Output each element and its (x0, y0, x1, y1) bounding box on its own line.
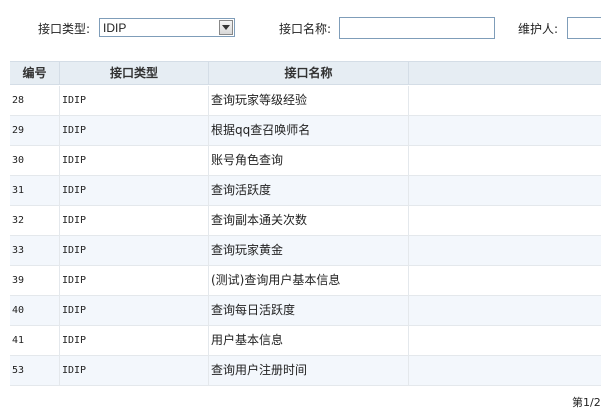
cell-empty (409, 356, 601, 385)
cell-id: 28 (10, 86, 60, 115)
cell-type: IDIP (60, 296, 209, 325)
cell-id: 40 (10, 296, 60, 325)
maintainer-label: 维护人: (518, 22, 559, 36)
cell-name: 账号角色查询 (209, 146, 409, 175)
cell-id: 41 (10, 326, 60, 355)
cell-type: IDIP (60, 86, 209, 115)
cell-empty (409, 326, 601, 355)
cell-name: 查询用户注册时间 (209, 356, 409, 385)
cell-name: 查询玩家等级经验 (209, 86, 409, 115)
table-row[interactable]: 40 IDIP 查询每日活跃度 (10, 296, 601, 326)
table-row[interactable]: 53 IDIP 查询用户注册时间 (10, 356, 601, 386)
interface-type-label: 接口类型: (38, 22, 91, 36)
cell-empty (409, 86, 601, 115)
filter-bar: 接口类型: IDIP 接口名称: 维护人: (0, 0, 601, 60)
cell-type: IDIP (60, 206, 209, 235)
cell-id: 29 (10, 116, 60, 145)
dropdown-button[interactable] (219, 20, 233, 35)
column-header-type[interactable]: 接口类型 (60, 62, 209, 84)
column-header-name[interactable]: 接口名称 (209, 62, 409, 84)
maintainer-input[interactable] (567, 17, 601, 39)
interface-type-select[interactable]: IDIP (99, 18, 235, 37)
column-header-extra (409, 62, 601, 84)
table-row[interactable]: 32 IDIP 查询副本通关次数 (10, 206, 601, 236)
cell-name: 根据qq查召唤师名 (209, 116, 409, 145)
interface-type-value: IDIP (103, 21, 127, 35)
cell-empty (409, 146, 601, 175)
cell-empty (409, 296, 601, 325)
cell-empty (409, 116, 601, 145)
table-row[interactable]: 29 IDIP 根据qq查召唤师名 (10, 116, 601, 146)
table-row[interactable]: 30 IDIP 账号角色查询 (10, 146, 601, 176)
cell-type: IDIP (60, 236, 209, 265)
chevron-down-icon (222, 25, 230, 30)
cell-id: 33 (10, 236, 60, 265)
cell-empty (409, 176, 601, 205)
cell-name: (测试)查询用户基本信息 (209, 266, 409, 295)
column-header-id[interactable]: 编号 (10, 62, 60, 84)
cell-name: 用户基本信息 (209, 326, 409, 355)
table-header: 编号 接口类型 接口名称 (10, 61, 601, 85)
cell-name: 查询活跃度 (209, 176, 409, 205)
cell-type: IDIP (60, 116, 209, 145)
interface-name-input[interactable] (339, 17, 495, 39)
cell-id: 32 (10, 206, 60, 235)
cell-name: 查询玩家黄金 (209, 236, 409, 265)
pagination-info: 第1/2 (572, 396, 601, 409)
cell-name: 查询每日活跃度 (209, 296, 409, 325)
table-row[interactable]: 28 IDIP 查询玩家等级经验 (10, 86, 601, 116)
cell-type: IDIP (60, 266, 209, 295)
cell-empty (409, 236, 601, 265)
cell-type: IDIP (60, 356, 209, 385)
cell-id: 53 (10, 356, 60, 385)
table-row[interactable]: 39 IDIP (测试)查询用户基本信息 (10, 266, 601, 296)
cell-name: 查询副本通关次数 (209, 206, 409, 235)
cell-type: IDIP (60, 146, 209, 175)
cell-id: 30 (10, 146, 60, 175)
cell-type: IDIP (60, 176, 209, 205)
table-row[interactable]: 41 IDIP 用户基本信息 (10, 326, 601, 356)
cell-empty (409, 206, 601, 235)
cell-type: IDIP (60, 326, 209, 355)
table-row[interactable]: 33 IDIP 查询玩家黄金 (10, 236, 601, 266)
cell-id: 31 (10, 176, 60, 205)
interface-name-label: 接口名称: (279, 22, 332, 36)
cell-id: 39 (10, 266, 60, 295)
table-row[interactable]: 31 IDIP 查询活跃度 (10, 176, 601, 206)
cell-empty (409, 266, 601, 295)
